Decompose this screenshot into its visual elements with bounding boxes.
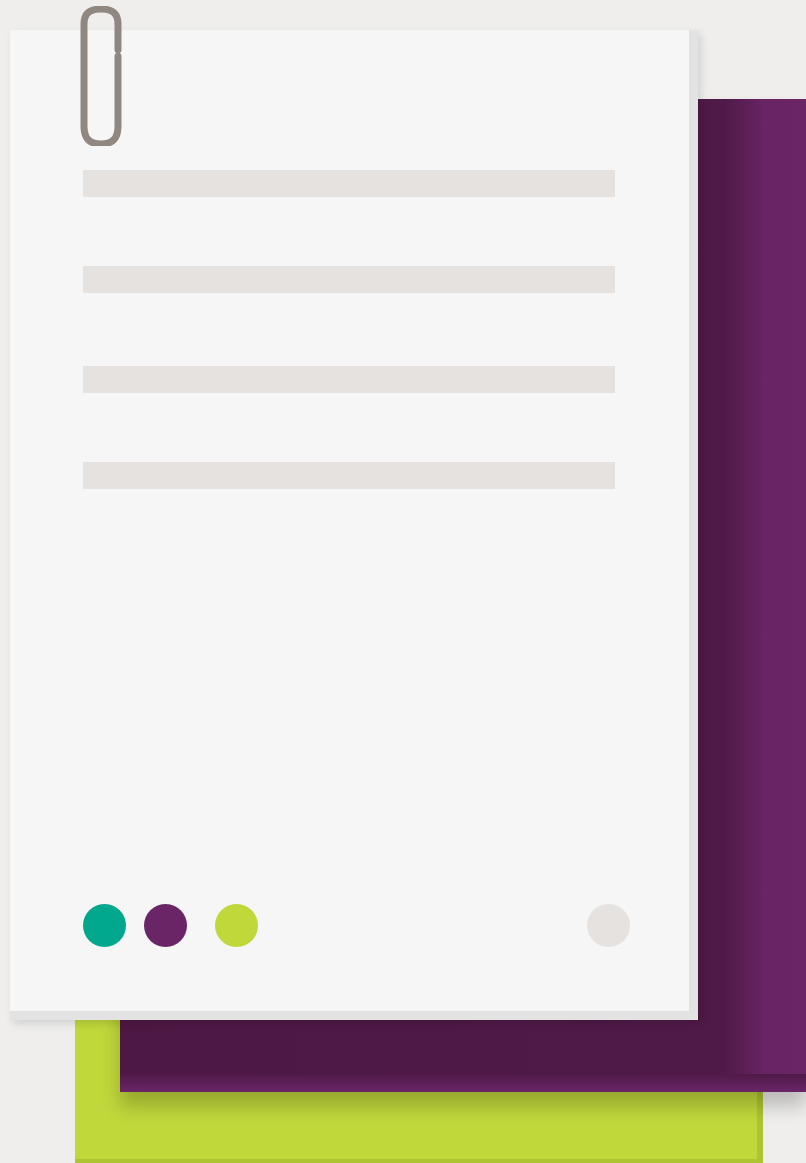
more-options-dot[interactable] (587, 904, 630, 947)
placeholder-text-line (83, 266, 615, 293)
color-swatch-lime[interactable] (215, 904, 258, 947)
placeholder-text-line (83, 366, 615, 393)
document-card[interactable] (10, 6, 698, 1020)
color-swatch-teal[interactable] (83, 904, 126, 947)
placeholder-text-line (83, 170, 615, 197)
paperclip-icon (80, 6, 122, 146)
placeholder-text-line (83, 462, 615, 489)
color-swatch-purple[interactable] (144, 904, 187, 947)
